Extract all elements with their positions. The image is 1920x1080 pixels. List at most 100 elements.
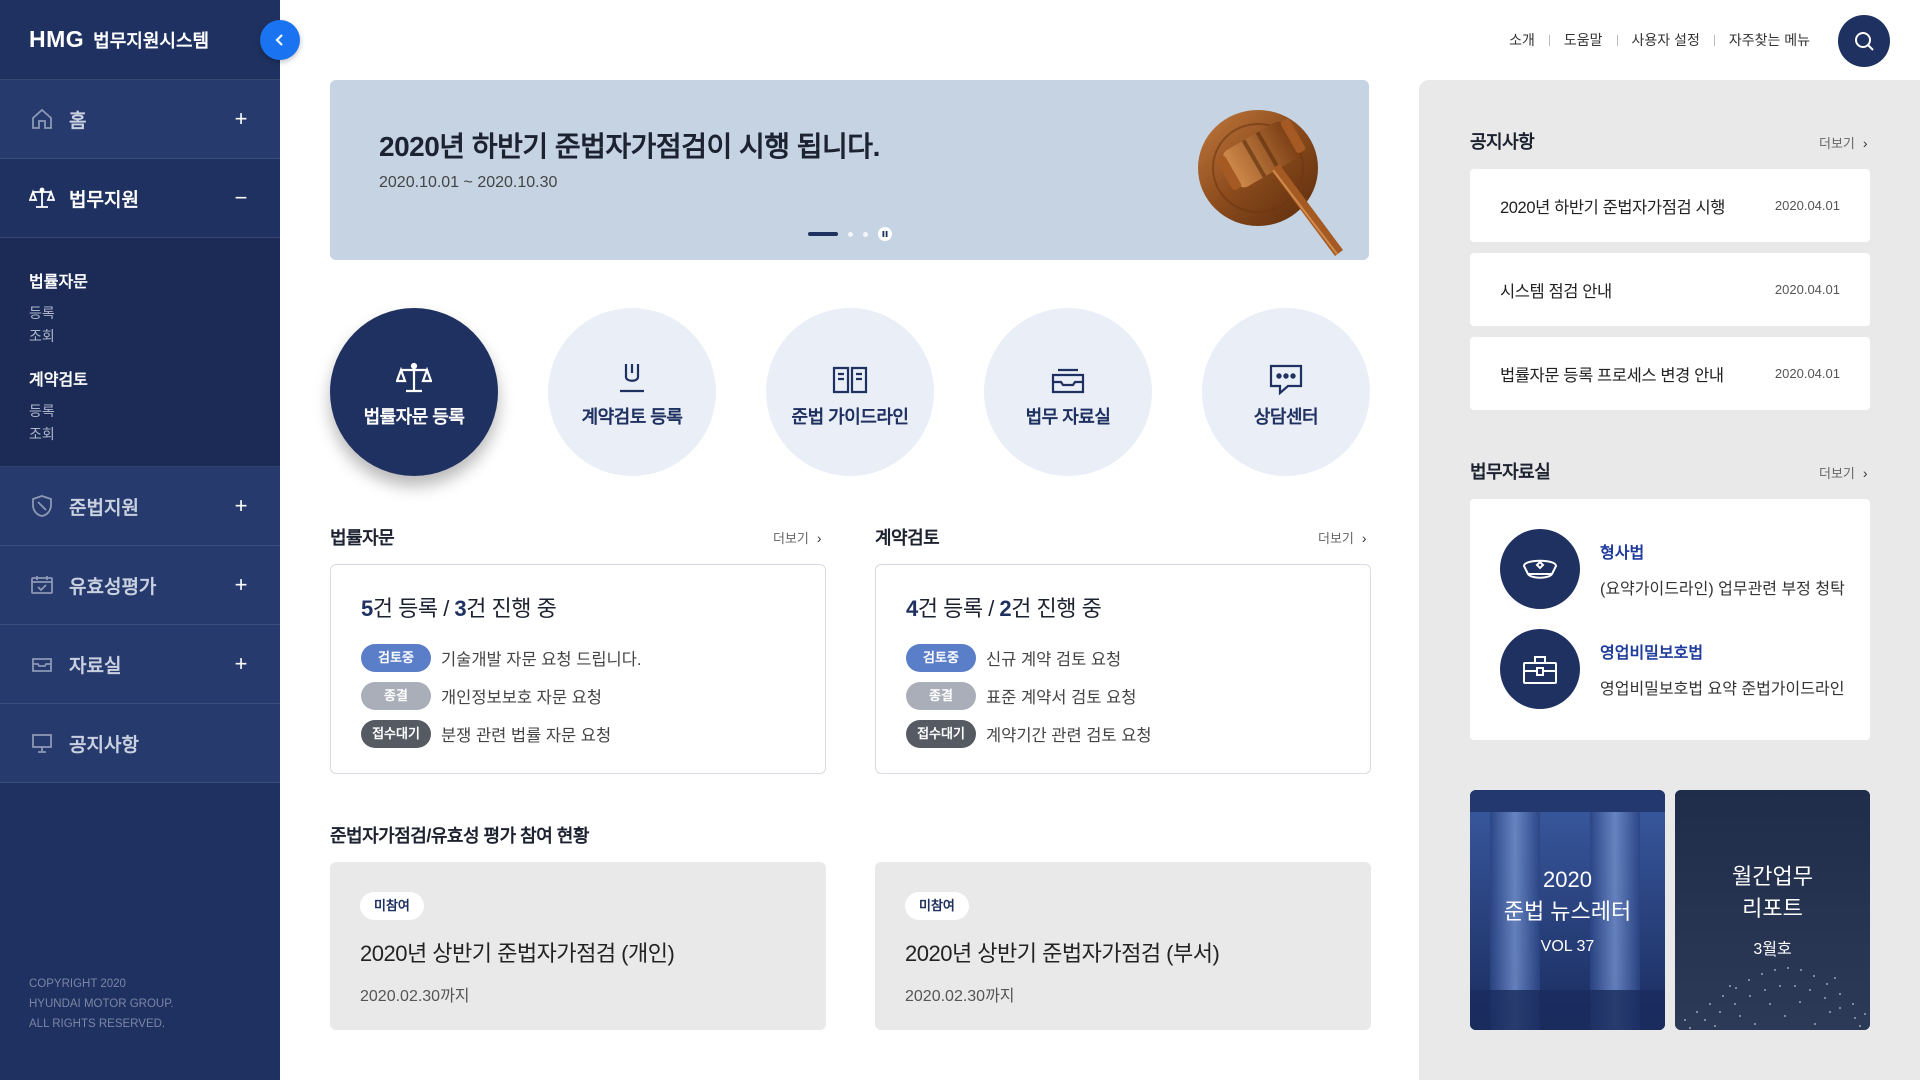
submenu-group-title[interactable]: 법률자문 (29, 268, 251, 292)
more-label: 더보기 (1318, 531, 1354, 546)
chat-bubble-icon (1268, 355, 1304, 395)
notice-item[interactable]: 법률자문 등록 프로세스 변경 안내 2020.04.01 (1470, 337, 1870, 410)
top-link-user-settings[interactable]: 사용자 설정 (1632, 30, 1700, 50)
brand[interactable]: HMG 법무지원시스템 (0, 0, 280, 80)
quick-legal-archive[interactable]: 법무 자료실 (984, 308, 1152, 476)
expand-icon[interactable]: + (231, 106, 251, 132)
section-title-contract-review: 계약검토 (875, 528, 940, 548)
sidebar-item-legal-support[interactable]: 법무지원 − (0, 159, 280, 238)
submenu-link-register[interactable]: 등록 (29, 302, 251, 325)
status-badge: 검토중 (361, 644, 431, 672)
divider (1713, 34, 1715, 46)
pen-sign-icon (614, 355, 650, 395)
scale-icon (396, 355, 432, 395)
sidebar-item-compliance[interactable]: 준법지원 + (0, 467, 280, 546)
list-item-text: 표준 계약서 검토 요청 (986, 689, 1137, 707)
monthly-report-tile[interactable]: 월간업무 리포트 3월호 (1675, 790, 1870, 1030)
summary-text: 건 등록 / (917, 596, 1000, 621)
contract-review-card: 4건 등록 / 2건 진행 중 검토중 신규 계약 검토 요청 종결 표준 계약… (875, 564, 1371, 774)
top-link-help[interactable]: 도움말 (1564, 30, 1603, 50)
section-title-participation: 준법자가점검/유효성 평가 참여 현황 (330, 826, 589, 846)
more-link-legal-advice[interactable]: 더보기 › (773, 528, 822, 547)
expand-icon[interactable]: + (231, 493, 251, 519)
more-link-contract-review[interactable]: 더보기 › (1318, 528, 1367, 547)
quick-consulting-center[interactable]: 상담센터 (1202, 308, 1370, 476)
in-progress-count: 2 (999, 596, 1012, 621)
expand-icon[interactable]: + (231, 572, 251, 598)
notice-title: 법률자문 등록 프로세스 변경 안내 (1500, 366, 1724, 385)
tile-title: 리포트 (1742, 896, 1803, 921)
notice-date: 2020.04.01 (1774, 282, 1840, 297)
expand-icon[interactable]: + (231, 651, 251, 677)
list-item[interactable]: 종결 개인정보보호 자문 요청 (361, 677, 795, 715)
submenu-group-title[interactable]: 계약검토 (29, 366, 251, 390)
submenu-link-register[interactable]: 등록 (29, 400, 251, 423)
board-icon (29, 730, 55, 756)
section-title-library: 법무자료실 (1470, 462, 1551, 482)
search-button[interactable] (1838, 15, 1890, 67)
status-badge: 검토중 (906, 644, 976, 672)
notice-title: 2020년 하반기 준법자가점검 시행 (1500, 198, 1726, 217)
list-item[interactable]: 접수대기 분쟁 관련 법률 자문 요청 (361, 715, 795, 753)
library-item-title: 형사법 (1600, 545, 1645, 562)
list-item-text: 신규 계약 검토 요청 (986, 651, 1122, 669)
status-badge: 미참여 (905, 892, 969, 920)
inbox-icon (1050, 355, 1086, 395)
list-item[interactable]: 종결 표준 계약서 검토 요청 (906, 677, 1340, 715)
banner-date: 2020.10.01 ~ 2020.10.30 (379, 174, 558, 191)
quick-contract-review-register[interactable]: 계약검토 등록 (548, 308, 716, 476)
more-label: 더보기 (1819, 136, 1855, 151)
top-link-about[interactable]: 소개 (1509, 30, 1535, 50)
sidebar-item-effectiveness[interactable]: 유효성평가 + (0, 546, 280, 625)
submenu-link-search[interactable]: 조회 (29, 423, 251, 446)
pause-button[interactable] (878, 227, 892, 241)
newsletter-tile[interactable]: 2020 준법 뉴스레터 VOL 37 (1470, 790, 1665, 1030)
sidebar-item-archive[interactable]: 자료실 + (0, 625, 280, 704)
banner[interactable]: 2020년 하반기 준법자가점검이 시행 됩니다. 2020.10.01 ~ 2… (330, 80, 1369, 260)
quick-legal-advice-register[interactable]: 법률자문 등록 (330, 308, 498, 476)
pagination-dot[interactable] (848, 231, 853, 237)
notice-item[interactable]: 2020년 하반기 준법자가점검 시행 2020.04.01 (1470, 169, 1870, 242)
divider (1616, 34, 1618, 46)
participation-card[interactable]: 미참여 2020년 상반기 준법자가점검 (개인) 2020.02.30까지 (330, 862, 826, 1030)
participation-deadline: 2020.02.30까지 (905, 988, 1015, 1005)
top-link-favorites[interactable]: 자주찾는 메뉴 (1729, 30, 1810, 50)
sidebar-item-label: 법무지원 (69, 189, 139, 211)
notice-date: 2020.04.01 (1774, 198, 1840, 213)
copyright: COPYRIGHT 2020 HYUNDAI MOTOR GROUP. ALL … (29, 974, 174, 1034)
notice-item[interactable]: 시스템 점검 안내 2020.04.01 (1470, 253, 1870, 326)
tile-line: 월간업무 (1732, 864, 1813, 889)
more-link-library[interactable]: 더보기 › (1819, 463, 1868, 482)
search-icon (1855, 32, 1874, 51)
library-item[interactable]: 형사법 (요약가이드라인) 업무관련 부정 청탁 (1500, 529, 1845, 609)
collapse-icon[interactable]: − (231, 185, 251, 211)
submenu-link-search[interactable]: 조회 (29, 325, 251, 348)
system-name: 법무지원시스템 (93, 30, 210, 51)
library-item[interactable]: 영업비밀보호법 영업비밀보호법 요약 준법가이드라인 (1500, 629, 1844, 709)
pagination-dot[interactable] (863, 231, 868, 237)
inbox-icon (29, 651, 55, 677)
list-item[interactable]: 접수대기 계약기간 관련 검토 요청 (906, 715, 1340, 753)
sidebar-item-label: 유효성평가 (69, 576, 157, 598)
pagination-dot-active[interactable] (808, 232, 838, 236)
list-item-text: 기술개발 자문 요청 드립니다. (441, 651, 642, 669)
participation-deadline: 2020.02.30까지 (360, 988, 470, 1005)
in-progress-count: 3 (454, 596, 467, 621)
briefcase-lock-icon (1500, 629, 1580, 709)
quick-compliance-guideline[interactable]: 준법 가이드라인 (766, 308, 934, 476)
list-item[interactable]: 검토중 기술개발 자문 요청 드립니다. (361, 639, 795, 677)
list-item[interactable]: 검토중 신규 계약 검토 요청 (906, 639, 1340, 677)
sidebar-item-notices[interactable]: 공지사항 (0, 704, 280, 783)
section-title-legal-advice: 법률자문 (330, 528, 395, 548)
sidebar-item-label: 홈 (69, 110, 87, 132)
top-nav: 소개 도움말 사용자 설정 자주찾는 메뉴 (1509, 30, 1810, 50)
library-item-title: 영업비밀보호법 (1600, 645, 1704, 662)
participation-card[interactable]: 미참여 2020년 상반기 준법자가점검 (부서) 2020.02.30까지 (875, 862, 1371, 1030)
chevron-left-icon (275, 34, 283, 46)
more-link-notices[interactable]: 더보기 › (1819, 133, 1868, 152)
more-label: 더보기 (773, 531, 809, 546)
library-box: 형사법 (요약가이드라인) 업무관련 부정 청탁 영업비밀보호법 영업비밀보호법… (1470, 499, 1870, 740)
sidebar-collapse-button[interactable] (260, 20, 300, 60)
sidebar-item-home[interactable]: 홈 + (0, 80, 280, 159)
library-item-desc: 영업비밀보호법 요약 준법가이드라인 (1600, 681, 1845, 698)
